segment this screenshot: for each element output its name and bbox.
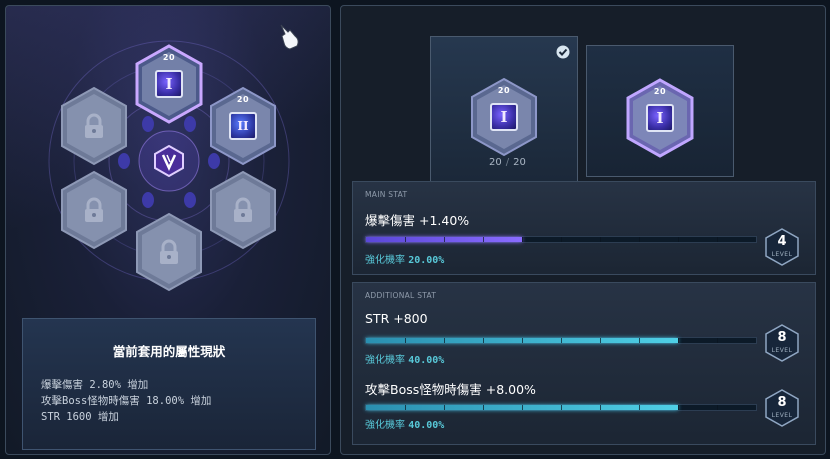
level-label: LEVEL <box>771 412 793 419</box>
lock-icon <box>234 197 252 222</box>
progress-segment-divider <box>483 338 484 343</box>
status-line: 爆擊傷害 2.80% 增加 <box>41 379 149 391</box>
progress-segment-divider <box>522 237 523 242</box>
progress-segment-divider <box>639 405 640 410</box>
rate-label: 強化機率 <box>365 355 405 366</box>
level-badge: 20 <box>653 87 667 96</box>
core-slot-top-right[interactable]: 20 II <box>208 86 278 166</box>
section-label: MAIN STAT <box>365 190 408 199</box>
rate-value: 40.00% <box>408 420 445 431</box>
core-board-panel: 20 I 20 II 當前套用的屬性現狀 爆擊傷害 2.80% 增加 攻擊Bos… <box>5 5 331 455</box>
core-skill-icon: I <box>490 103 518 131</box>
core-slot-top[interactable]: 20 I <box>134 44 204 124</box>
rate-label: 強化機率 <box>365 255 405 266</box>
status-line: 攻擊Boss怪物時傷害 18.00% 增加 <box>41 395 212 407</box>
progress-segment-divider <box>444 237 445 242</box>
level-label: LEVEL <box>771 347 793 354</box>
rate-value: 40.00% <box>408 355 445 366</box>
core-slot-bottom-right[interactable] <box>208 170 278 250</box>
progress-segment-divider <box>405 237 406 242</box>
progress-segment-divider <box>717 237 718 242</box>
stat-progress-bar <box>365 404 757 411</box>
level-badge: 20 <box>497 86 511 95</box>
stat-name: 攻擊Boss怪物時傷害 +8.00% <box>365 382 536 397</box>
lock-icon <box>160 239 178 264</box>
progress-segment-divider <box>678 237 679 242</box>
hand-cursor-icon <box>280 24 299 50</box>
enhance-rate: 強化機率 40.00% <box>365 416 444 431</box>
progress-segment-divider <box>483 405 484 410</box>
v-emblem-icon <box>154 145 184 177</box>
progress-segment-divider <box>405 405 406 410</box>
level-number: 8 <box>777 395 787 410</box>
status-line: STR 1600 增加 <box>41 411 119 423</box>
count-current: 20 <box>489 157 502 168</box>
progress-segment-divider <box>483 237 484 242</box>
level-badge: 20 <box>162 53 176 62</box>
progress-segment-divider <box>522 405 523 410</box>
target-core-slot[interactable]: 20 I <box>586 45 734 177</box>
lock-icon <box>85 113 103 138</box>
progress-segment-divider <box>444 405 445 410</box>
stat-progress-bar <box>365 337 757 344</box>
stat-name: STR +800 <box>365 311 428 326</box>
enhance-count: 20/20 <box>489 157 526 168</box>
progress-segment-divider <box>717 405 718 410</box>
level-hex: 8 LEVEL <box>765 389 799 427</box>
progress-segment-divider <box>561 338 562 343</box>
level-number: 4 <box>777 234 787 249</box>
enhance-panel: 20 I 20 I 20/20 MAIN STAT 爆擊傷害 +1.40% 強化… <box>340 5 826 455</box>
core-slot-top-left[interactable] <box>59 86 129 166</box>
core-skill-icon: I <box>155 70 183 98</box>
check-icon <box>556 45 570 59</box>
progress-segment-divider <box>639 338 640 343</box>
core-skill-icon: II <box>229 112 257 140</box>
count-separator: / <box>505 157 510 168</box>
level-badge: 20 <box>236 95 250 104</box>
core-slot-bottom-left[interactable] <box>59 170 129 250</box>
level-label: LEVEL <box>771 251 793 258</box>
main-stat-box: MAIN STAT 爆擊傷害 +1.40% 強化機率 20.00% 4 LEVE… <box>352 181 816 275</box>
progress-segment-divider <box>405 338 406 343</box>
progress-segment-divider <box>561 405 562 410</box>
section-label: ADDITIONAL STAT <box>365 291 437 300</box>
progress-segment-divider <box>522 338 523 343</box>
rate-value: 20.00% <box>408 255 445 266</box>
lock-icon <box>85 197 103 222</box>
core-skill-icon: I <box>646 104 674 132</box>
progress-segment-divider <box>600 237 601 242</box>
stat-progress-bar <box>365 236 757 243</box>
level-hex: 4 LEVEL <box>765 228 799 266</box>
rate-label: 強化機率 <box>365 420 405 431</box>
progress-segment-divider <box>678 405 679 410</box>
progress-segment-divider <box>561 237 562 242</box>
stat-name: 爆擊傷害 +1.40% <box>365 213 470 228</box>
core-slot-bottom[interactable] <box>134 212 204 292</box>
level-number: 8 <box>777 330 787 345</box>
level-hex: 8 LEVEL <box>765 324 799 362</box>
count-max: 20 <box>513 157 526 168</box>
progress-segment-divider <box>600 338 601 343</box>
progress-segment-divider <box>639 237 640 242</box>
status-title: 當前套用的屬性現狀 <box>112 344 226 359</box>
enhance-rate: 強化機率 20.00% <box>365 251 444 266</box>
current-status-box: 當前套用的屬性現狀 爆擊傷害 2.80% 增加 攻擊Boss怪物時傷害 18.0… <box>22 318 316 450</box>
progress-segment-divider <box>678 338 679 343</box>
progress-segment-divider <box>600 405 601 410</box>
enhance-rate: 強化機率 40.00% <box>365 351 444 366</box>
progress-segment-divider <box>717 338 718 343</box>
additional-stat-box: ADDITIONAL STAT STR +800 強化機率 40.00% 8 L… <box>352 282 816 445</box>
progress-segment-divider <box>444 338 445 343</box>
